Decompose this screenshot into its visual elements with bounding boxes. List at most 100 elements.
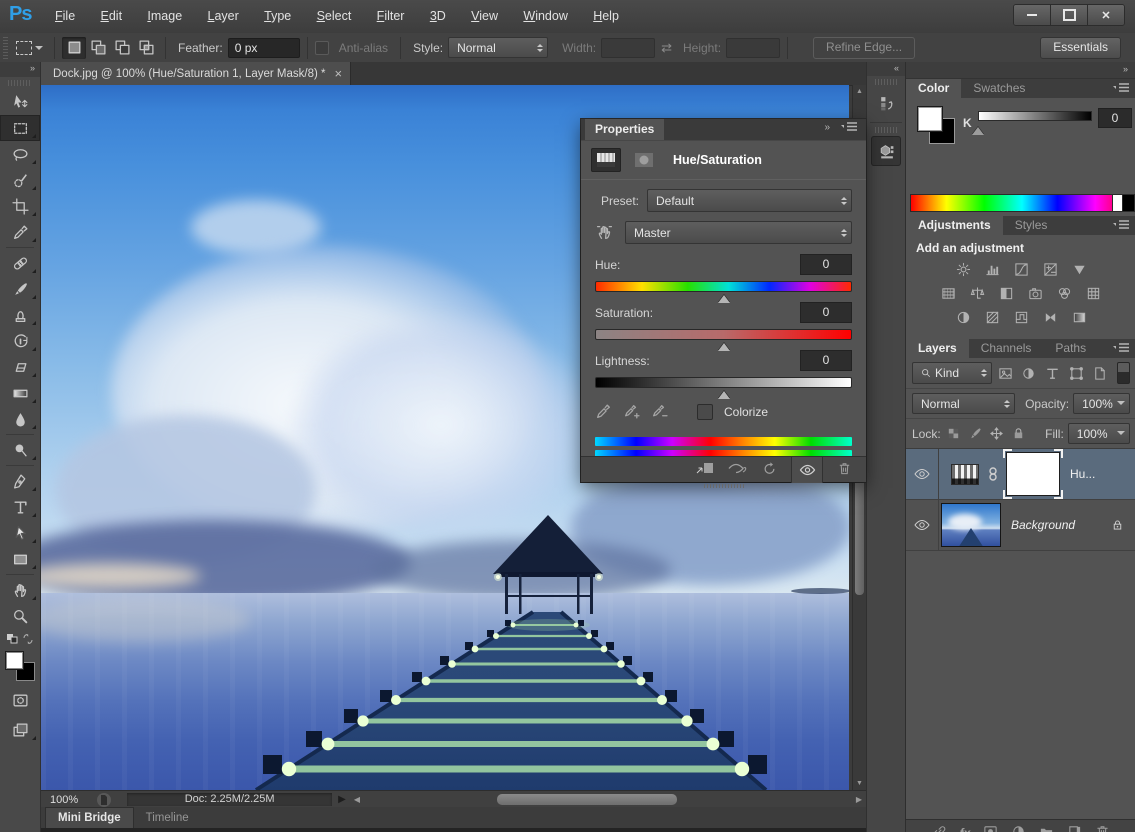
filter-shape-layers-button[interactable]	[1066, 363, 1086, 383]
tool-rectangular-marquee[interactable]	[0, 115, 40, 141]
layer-visibility-toggle[interactable]	[906, 500, 939, 550]
dock-collapse[interactable]: «	[867, 62, 905, 76]
refine-edge-button[interactable]: Refine Edge...	[813, 36, 916, 59]
panel-drag-grip[interactable]	[703, 484, 744, 488]
panel-menu-icon[interactable]	[1112, 83, 1130, 94]
screen-mode-button[interactable]	[0, 717, 40, 743]
panel-menu-icon[interactable]	[840, 122, 858, 133]
curves-icon[interactable]	[1011, 260, 1031, 278]
timeline-tab[interactable]: Timeline	[134, 808, 201, 828]
doc-size-info[interactable]: Doc: 2.25M/2.25M	[127, 793, 333, 806]
levels-icon[interactable]	[982, 260, 1002, 278]
k-slider-track[interactable]	[978, 111, 1092, 121]
tab-color[interactable]: Color	[906, 79, 962, 98]
tab-paths[interactable]: Paths	[1043, 339, 1098, 358]
posterize-icon[interactable]	[982, 308, 1002, 326]
anti-alias-checkbox[interactable]	[314, 40, 329, 55]
tool-path-selection[interactable]	[0, 520, 40, 546]
selection-mode-add[interactable]	[86, 37, 110, 59]
panel-menu-icon[interactable]	[1112, 220, 1130, 231]
selection-mode-new[interactable]	[62, 36, 86, 59]
layer-mask-thumbnail[interactable]	[1003, 449, 1063, 499]
lock-all-button[interactable]	[1010, 425, 1028, 443]
tool-rectangle-shape[interactable]	[0, 546, 40, 572]
tab-channels[interactable]: Channels	[969, 339, 1044, 358]
lightness-value-input[interactable]: 0	[800, 350, 852, 371]
document-tab[interactable]: Dock.jpg @ 100% (Hue/Saturation 1, Layer…	[41, 62, 352, 85]
maximize-button[interactable]	[1051, 5, 1088, 25]
brightness-contrast-icon[interactable]	[953, 260, 973, 278]
tool-preset-picker[interactable]	[12, 39, 47, 57]
menu-type[interactable]: Type	[253, 0, 302, 33]
tab-styles[interactable]: Styles	[1003, 216, 1060, 235]
width-input[interactable]	[601, 37, 656, 58]
saturation-value-input[interactable]: 0	[800, 302, 852, 323]
gradient-map-icon[interactable]	[1040, 308, 1060, 326]
hue-value-input[interactable]: 0	[800, 254, 852, 275]
options-grip[interactable]	[3, 36, 8, 59]
filter-type-layers-button[interactable]	[1043, 363, 1063, 383]
horizontal-scroll-thumb[interactable]	[496, 794, 677, 805]
ramp-black-swatch[interactable]	[1122, 194, 1135, 212]
mini-bridge-tab[interactable]: Mini Bridge	[45, 807, 134, 828]
clip-to-layer-button[interactable]	[696, 461, 714, 478]
tool-blur[interactable]	[0, 406, 40, 432]
channel-select[interactable]: Master	[625, 221, 852, 244]
hue-slider[interactable]	[595, 281, 852, 303]
tool-eyedropper[interactable]	[0, 219, 40, 245]
filter-image-layers-button[interactable]	[996, 363, 1016, 383]
properties-panel-button[interactable]	[871, 136, 901, 166]
k-value-input[interactable]: 0	[1098, 108, 1132, 128]
layer-visibility-toggle[interactable]	[906, 449, 939, 499]
status-options-arrow[interactable]: ▶	[338, 794, 346, 805]
view-previous-state-button[interactable]	[728, 462, 748, 478]
reset-adjustment-button[interactable]	[762, 461, 777, 478]
scroll-down-icon[interactable]: ▼	[853, 777, 866, 790]
tool-spot-healing[interactable]	[0, 250, 40, 276]
tab-adjustments[interactable]: Adjustments	[906, 216, 1003, 235]
tool-lasso[interactable]	[0, 141, 40, 167]
style-select[interactable]: Normal	[448, 37, 549, 58]
properties-tab[interactable]: Properties	[585, 119, 665, 140]
filter-adjustment-layers-button[interactable]	[1019, 363, 1039, 383]
scroll-left-icon[interactable]: ◀	[354, 795, 360, 804]
menu-edit[interactable]: Edit	[90, 0, 134, 33]
tool-move[interactable]	[0, 89, 40, 115]
swap-dimensions-icon[interactable]: ⇄	[661, 40, 672, 56]
layer-row-background[interactable]: Background	[906, 500, 1135, 551]
tool-zoom[interactable]	[0, 603, 40, 629]
layer-name[interactable]: Background	[1011, 518, 1075, 532]
hue-slider-thumb[interactable]	[717, 289, 730, 303]
colorize-checkbox[interactable]	[697, 403, 713, 420]
preset-select[interactable]: Default	[647, 189, 852, 212]
fill-select[interactable]: 100%	[1067, 423, 1130, 444]
add-layer-mask-button[interactable]	[983, 824, 998, 832]
opacity-select[interactable]: 100%	[1073, 393, 1130, 414]
invert-icon[interactable]	[953, 308, 973, 326]
menu-window[interactable]: Window	[512, 0, 578, 33]
zoom-level[interactable]: 100%	[41, 794, 87, 806]
black-white-icon[interactable]	[997, 284, 1017, 302]
panel-collapse-icon[interactable]: »	[824, 122, 830, 133]
menu-select[interactable]: Select	[306, 0, 363, 33]
saturation-slider-thumb[interactable]	[717, 337, 730, 351]
new-adjustment-layer-button[interactable]	[1011, 824, 1026, 832]
layer-filter-toggle[interactable]	[1117, 362, 1130, 384]
k-slider-thumb[interactable]	[972, 121, 984, 135]
color-lookup-icon[interactable]	[1084, 284, 1104, 302]
foreground-color-swatch[interactable]	[917, 106, 943, 132]
channel-mixer-icon[interactable]	[1055, 284, 1075, 302]
tab-layers[interactable]: Layers	[906, 339, 969, 358]
tool-brush[interactable]	[0, 276, 40, 302]
saturation-slider[interactable]	[595, 329, 852, 351]
tool-quick-selection[interactable]	[0, 167, 40, 193]
height-input[interactable]	[726, 37, 781, 58]
layer-name[interactable]: Hu...	[1070, 467, 1095, 481]
lightness-slider[interactable]	[595, 377, 852, 399]
menu-image[interactable]: Image	[136, 0, 193, 33]
lock-transparency-button[interactable]	[945, 425, 963, 443]
eyedropper-subtract-icon[interactable]	[651, 403, 668, 420]
feather-input[interactable]: 0 px	[227, 37, 300, 58]
menu-layer[interactable]: Layer	[197, 0, 250, 33]
tool-eraser[interactable]	[0, 354, 40, 380]
